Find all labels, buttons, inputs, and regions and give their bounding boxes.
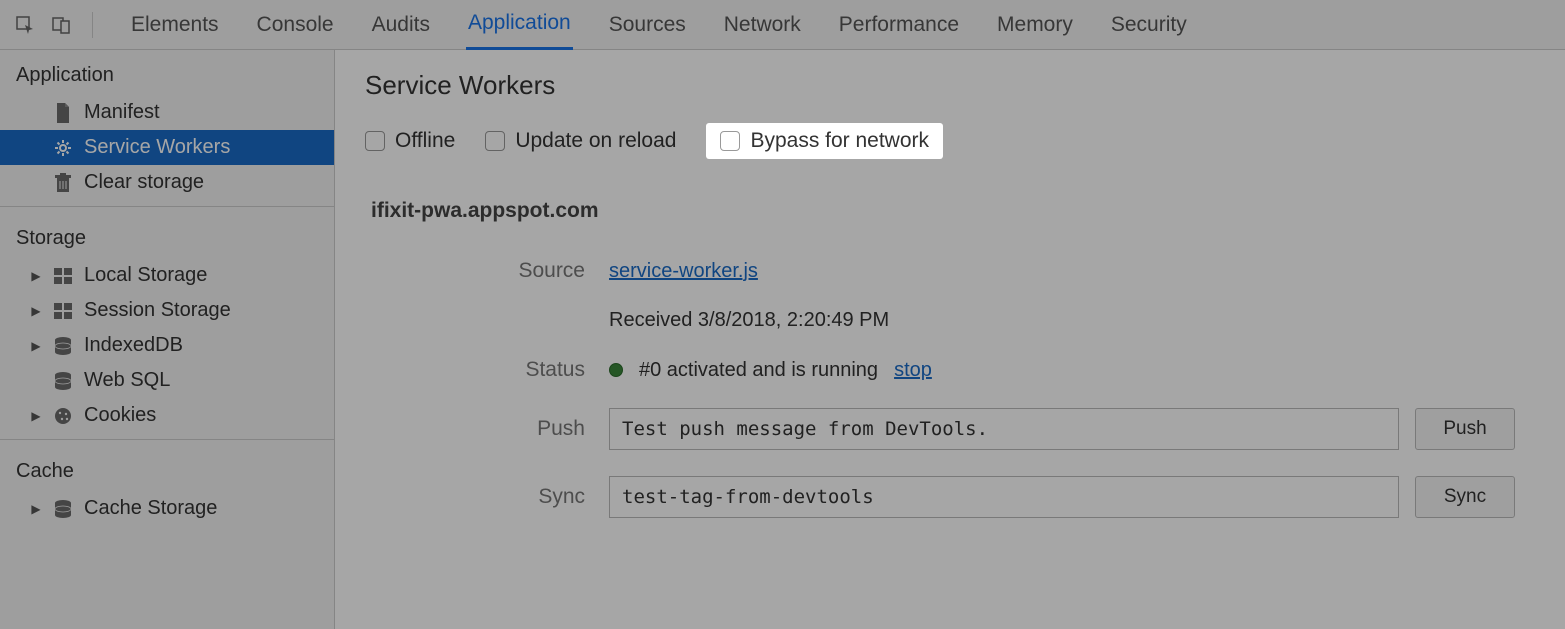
chevron-right-icon: ▶ bbox=[30, 502, 42, 516]
sidebar-item-label: Web SQL bbox=[84, 369, 170, 392]
sidebar-item-indexeddb[interactable]: ▶ IndexedDB bbox=[0, 328, 334, 363]
sidebar-item-label: Manifest bbox=[84, 101, 160, 124]
chevron-right-icon: ▶ bbox=[30, 409, 42, 423]
device-toggle-icon[interactable] bbox=[46, 10, 76, 40]
sw-origin: ifixit-pwa.appspot.com bbox=[371, 199, 1535, 223]
divider bbox=[0, 439, 334, 440]
sidebar-item-service-workers[interactable]: Service Workers bbox=[0, 130, 334, 165]
tab-application[interactable]: Application bbox=[466, 0, 573, 50]
label-status: Status bbox=[365, 358, 585, 382]
sidebar-item-websql[interactable]: Web SQL bbox=[0, 363, 334, 398]
tab-network[interactable]: Network bbox=[722, 1, 803, 49]
sidebar-item-label: Service Workers bbox=[84, 136, 230, 159]
sidebar-item-clear-storage[interactable]: Clear storage bbox=[0, 165, 334, 200]
option-label: Offline bbox=[395, 129, 455, 153]
sidebar-item-session-storage[interactable]: ▶ Session Storage bbox=[0, 293, 334, 328]
tab-performance[interactable]: Performance bbox=[837, 1, 961, 49]
row-received: Received 3/8/2018, 2:20:49 PM bbox=[365, 309, 1535, 332]
sidebar-item-label: Session Storage bbox=[84, 299, 231, 322]
database-icon bbox=[52, 372, 74, 390]
database-icon bbox=[52, 500, 74, 518]
chevron-right-icon: ▶ bbox=[30, 339, 42, 353]
section-application: Application bbox=[0, 50, 334, 95]
devtools-tabs: Elements Console Audits Application Sour… bbox=[129, 0, 1189, 50]
tab-audits[interactable]: Audits bbox=[370, 1, 432, 49]
sync-input[interactable] bbox=[609, 476, 1399, 518]
sidebar-item-label: Local Storage bbox=[84, 264, 207, 287]
label-source: Source bbox=[365, 259, 585, 283]
devtools-toolbar: Elements Console Audits Application Sour… bbox=[0, 0, 1565, 50]
row-status: Status #0 activated and is running stop bbox=[365, 358, 1535, 382]
option-label: Update on reload bbox=[515, 129, 676, 153]
cookie-icon bbox=[52, 407, 74, 425]
sidebar-item-label: Clear storage bbox=[84, 171, 204, 194]
divider bbox=[0, 206, 334, 207]
sidebar-item-manifest[interactable]: Manifest bbox=[0, 95, 334, 130]
label-sync: Sync bbox=[365, 485, 585, 509]
chevron-right-icon: ▶ bbox=[30, 304, 42, 318]
status-text: #0 activated and is running bbox=[639, 359, 878, 382]
label-push: Push bbox=[365, 417, 585, 441]
sidebar-item-cache-storage[interactable]: ▶ Cache Storage bbox=[0, 491, 334, 526]
update-checkbox[interactable] bbox=[485, 131, 505, 151]
file-icon bbox=[52, 103, 74, 123]
application-sidebar: Application Manifest Service Workers Cle… bbox=[0, 50, 335, 629]
database-icon bbox=[52, 337, 74, 355]
option-label: Bypass for network bbox=[750, 129, 929, 153]
sidebar-item-label: Cache Storage bbox=[84, 497, 217, 520]
options-row: Offline Update on reload Bypass for netw… bbox=[365, 123, 1535, 159]
sidebar-item-local-storage[interactable]: ▶ Local Storage bbox=[0, 258, 334, 293]
row-source: Source service-worker.js bbox=[365, 259, 1535, 283]
grid-icon bbox=[52, 303, 74, 319]
service-workers-panel: Service Workers Offline Update on reload… bbox=[335, 50, 1565, 629]
option-bypass-for-network[interactable]: Bypass for network bbox=[706, 123, 943, 159]
sidebar-item-label: IndexedDB bbox=[84, 334, 183, 357]
offline-checkbox[interactable] bbox=[365, 131, 385, 151]
row-sync: Sync Sync bbox=[365, 476, 1535, 518]
tab-elements[interactable]: Elements bbox=[129, 1, 221, 49]
tab-memory[interactable]: Memory bbox=[995, 1, 1075, 49]
gear-icon bbox=[52, 138, 74, 158]
tab-security[interactable]: Security bbox=[1109, 1, 1189, 49]
section-storage: Storage bbox=[0, 213, 334, 258]
inspect-icon[interactable] bbox=[10, 10, 40, 40]
push-input[interactable] bbox=[609, 408, 1399, 450]
trash-icon bbox=[52, 173, 74, 193]
sync-button[interactable]: Sync bbox=[1415, 476, 1515, 518]
received-text: Received 3/8/2018, 2:20:49 PM bbox=[609, 309, 889, 332]
toolbar-separator bbox=[92, 12, 93, 38]
row-push: Push Push bbox=[365, 408, 1535, 450]
panel-heading: Service Workers bbox=[365, 70, 1535, 101]
push-button[interactable]: Push bbox=[1415, 408, 1515, 450]
sidebar-item-label: Cookies bbox=[84, 404, 156, 427]
option-offline[interactable]: Offline bbox=[365, 129, 455, 153]
bypass-checkbox[interactable] bbox=[720, 131, 740, 151]
status-indicator-icon bbox=[609, 363, 623, 377]
section-cache: Cache bbox=[0, 446, 334, 491]
grid-icon bbox=[52, 268, 74, 284]
tab-sources[interactable]: Sources bbox=[607, 1, 688, 49]
stop-link[interactable]: stop bbox=[894, 359, 932, 382]
option-update-on-reload[interactable]: Update on reload bbox=[485, 129, 676, 153]
source-link[interactable]: service-worker.js bbox=[609, 260, 758, 283]
sidebar-item-cookies[interactable]: ▶ Cookies bbox=[0, 398, 334, 433]
tab-console[interactable]: Console bbox=[255, 1, 336, 49]
chevron-right-icon: ▶ bbox=[30, 269, 42, 283]
